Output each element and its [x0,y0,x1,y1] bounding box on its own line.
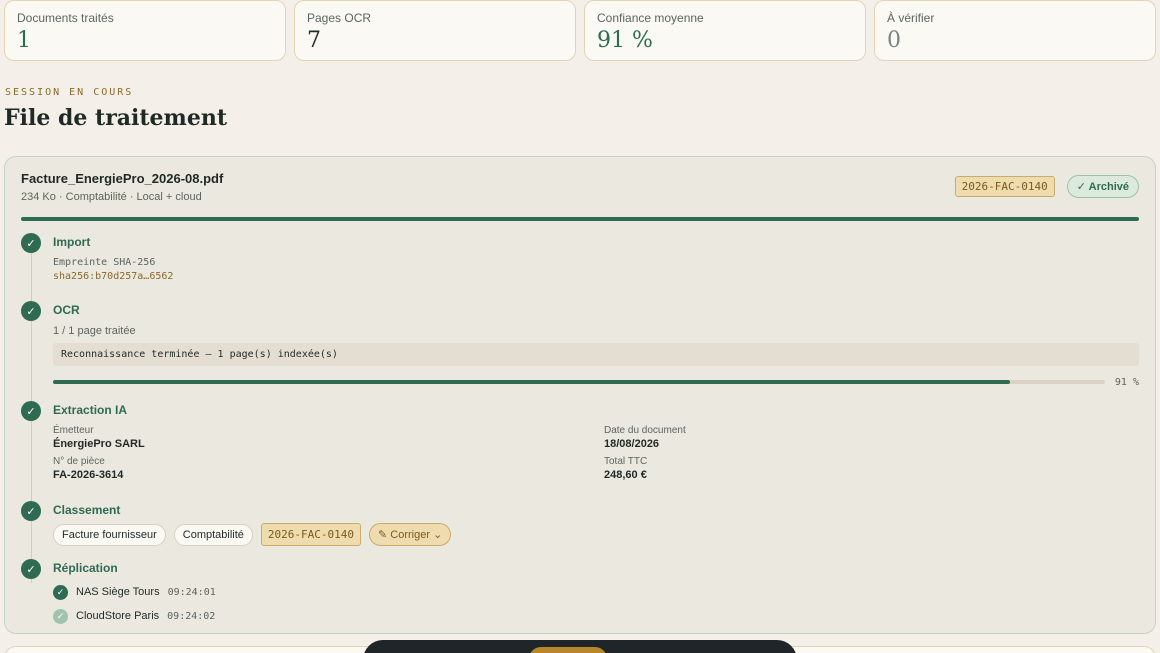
status-badge: ✓ Archivé [1066,175,1139,198]
step-body: Empreinte SHA-256 sha256:b70d257a…6562 [53,257,1139,282]
check-icon: ✓ [53,584,68,600]
field-value: 248,60 € [604,469,647,481]
check-icon: ✓ [53,608,68,624]
step-classement: ✓ Classement Facture fournisseur Comptab… [21,501,1139,551]
step-body: 1 / 1 page traitée Reconnaissance termin… [53,325,1139,389]
stat-value: 91 % [597,28,653,53]
field-value: 18/08/2026 [604,438,660,450]
hash-label: Empreinte SHA-256 [53,257,156,268]
stat-label: Documents traités [17,11,114,25]
field-label: Émetteur [53,425,94,436]
step-body: Émetteur ÉnergiePro SARL Date du documen… [53,425,1139,481]
step-body: ✓ NAS Siège Tours 09:24:01 ✓ CloudStore … [53,583,1139,631]
stat-label: Pages OCR [307,11,372,25]
confidence-track [53,380,1105,384]
stat-to-review: À vérifier 0 [874,0,1156,61]
check-icon: ✓ [21,401,41,421]
field-document-number: N° de pièce FA-2026-3614 [53,456,604,481]
section-eyebrow: SESSION EN COURS [5,87,134,98]
dock-primary-button[interactable] [529,647,607,653]
field-label: N° de pièce [53,456,105,467]
stat-value: 7 [307,28,321,53]
step-ocr: ✓ OCR 1 / 1 page traitée Reconnaissance … [21,301,1139,389]
extracted-fields: Émetteur ÉnergiePro SARL Date du documen… [53,425,1139,481]
stat-label: À vérifier [887,11,935,25]
category-chip: Comptabilité [173,523,253,546]
reference-chip: 2026-FAC-0140 [260,523,361,546]
hash-value: sha256:b70d257a…6562 [53,271,174,282]
confidence-fill [53,380,1011,384]
classification-chips: Facture fournisseur Comptabilité 2026-FA… [53,523,1139,546]
ocr-log: Reconnaissance terminée — 1 page(s) inde… [53,343,1139,366]
document-card[interactable]: Facture_EnergiePro_2026-08.pdf 234 Ko · … [4,156,1156,634]
field-value: FA-2026-3614 [53,469,124,481]
ocr-pages: 1 / 1 page traitée [53,325,136,337]
check-icon: ✓ [21,501,41,521]
step-extraction: ✓ Extraction IA Émetteur ÉnergiePro SARL… [21,401,1139,491]
step-import: ✓ Import Empreinte SHA-256 sha256:b70d25… [21,233,1139,289]
check-icon: ✓ [1076,181,1089,193]
document-progress-bar [21,217,1139,221]
action-dock[interactable] [363,640,797,653]
target-time: 09:24:01 [167,586,216,598]
field-issuer: Émetteur ÉnergiePro SARL [53,425,604,450]
stat-confidence: Confiance moyenne 91 % [584,0,866,61]
field-value: ÉnergiePro SARL [53,438,145,450]
header-badges: 2026-FAC-0140 ✓ Archivé [954,175,1139,198]
replication-target: ✓ NAS Siège Tours 09:24:01 [53,583,1139,601]
field-label: Date du document [604,425,686,436]
ocr-confidence: 91 % [53,377,1139,389]
stat-pages: Pages OCR 7 [294,0,576,61]
target-name: NAS Siège Tours [76,586,160,598]
field-document-date: Date du document 18/08/2026 [604,425,1139,450]
step-title: Import [53,235,91,249]
pencil-icon: ✎ [378,529,391,541]
step-title: OCR [53,303,80,317]
document-type-chip: Facture fournisseur [53,523,166,546]
step-replication: ✓ Réplication ✓ NAS Siège Tours 09:24:01… [21,559,1139,624]
chevron-down-icon: ⌄ [430,529,443,541]
reference-badge: 2026-FAC-0140 [954,176,1055,197]
confidence-label: 91 % [1114,377,1139,388]
correct-label: Corriger [390,529,431,541]
step-title: Classement [53,503,121,517]
check-icon: ✓ [21,559,41,579]
step-title: Réplication [53,561,118,575]
stat-label: Confiance moyenne [597,11,704,25]
replication-target: ✓ CloudStore Paris 09:24:02 [53,607,1139,625]
correct-button[interactable]: ✎ Corriger ⌄ [369,523,452,546]
field-label: Total TTC [604,456,648,467]
page-title: File de traitement [4,105,227,131]
stat-documents: Documents traités 1 [4,0,286,61]
check-icon: ✓ [21,233,41,253]
document-header: Facture_EnergiePro_2026-08.pdf 234 Ko · … [21,171,1139,207]
step-body: Facture fournisseur Comptabilité 2026-FA… [53,523,1139,546]
field-total: Total TTC 248,60 € [604,456,1139,481]
step-title: Extraction IA [53,403,128,417]
status-label: Archivé [1088,181,1129,193]
check-icon: ✓ [21,301,41,321]
target-name: CloudStore Paris [76,610,160,622]
target-time: 09:24:02 [167,610,216,622]
stat-value: 0 [887,28,901,53]
stat-value: 1 [17,28,31,53]
stats-row: Documents traités 1 Pages OCR 7 Confianc… [4,0,1156,61]
